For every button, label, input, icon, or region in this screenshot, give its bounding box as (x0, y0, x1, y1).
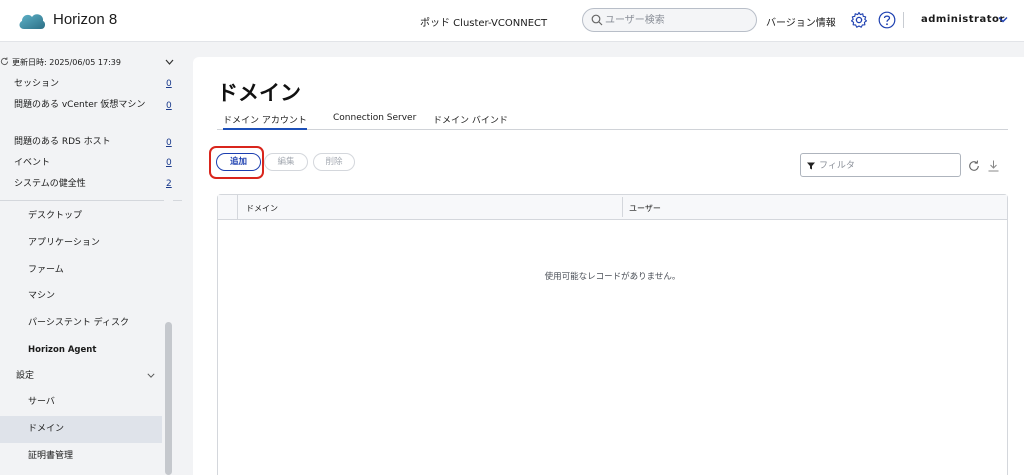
sidebar-scrollbar-thumb[interactable] (165, 322, 172, 475)
chevron-down-icon[interactable] (998, 16, 1008, 23)
stat-events-count[interactable]: 0 (166, 158, 172, 168)
sidebar-item-persistent-disks[interactable]: パーシステント ディスク (0, 310, 162, 337)
sidebar-item-certificates[interactable]: 証明書管理 (0, 443, 162, 470)
stat-vcenter-vms-count[interactable]: 0 (166, 101, 172, 111)
column-divider[interactable] (622, 197, 623, 217)
refresh-icon[interactable] (968, 160, 980, 172)
main-panel: ドメイン ドメイン アカウント Connection Server ドメイン バ… (193, 57, 1024, 475)
refresh-icon[interactable] (0, 57, 9, 66)
domain-accounts-grid: ドメイン ユーザー 使用可能なレコードがありません。 (217, 194, 1008, 475)
column-header-domain[interactable]: ドメイン (246, 203, 278, 214)
stat-rds-hosts: 問題のある RDS ホスト (14, 137, 111, 147)
app-title: Horizon 8 (53, 11, 118, 28)
sidebar-item-horizon-agent[interactable]: Horizon Agent (0, 337, 162, 364)
sidebar-item-servers[interactable]: サーバ (0, 389, 162, 416)
search-icon (591, 14, 603, 26)
page-title: ドメイン (217, 81, 301, 105)
tab-bar: ドメイン アカウント Connection Server ドメイン バインド (217, 110, 1008, 130)
chevron-down-icon[interactable] (147, 373, 155, 378)
stat-system-health-count[interactable]: 2 (166, 179, 172, 189)
top-header: Horizon 8 ポッド Cluster-VCONNECT バージョン情報 a… (0, 0, 1024, 42)
search-input[interactable] (605, 12, 750, 28)
sidebar: 更新日時: 2025/06/05 17:39 セッション 0 問題のある vCe… (0, 42, 182, 475)
stat-sessions: セッション (14, 79, 60, 89)
sidebar-item-applications[interactable]: アプリケーション (0, 230, 162, 257)
stat-events: イベント (14, 158, 51, 168)
version-info-link[interactable]: バージョン情報 (766, 14, 836, 29)
download-icon[interactable] (988, 160, 999, 172)
user-search[interactable] (582, 8, 757, 32)
sidebar-group-label: 設定 (16, 371, 35, 381)
sidebar-group-settings[interactable]: 設定 (0, 366, 162, 386)
add-button[interactable]: 追加 (216, 153, 261, 171)
chevron-down-icon[interactable] (165, 59, 174, 65)
sidebar-item-machines[interactable]: マシン (0, 283, 162, 310)
tab-connection-server[interactable]: Connection Server (333, 113, 416, 130)
gear-icon[interactable] (850, 11, 868, 29)
edit-button[interactable]: 編集 (264, 153, 308, 171)
stat-system-health: システムの健全性 (14, 179, 86, 189)
header-divider (903, 12, 904, 28)
last-updated: 更新日時: 2025/06/05 17:39 (12, 58, 121, 67)
select-all-column[interactable] (218, 195, 238, 220)
filter-icon (807, 162, 815, 170)
filter-box[interactable] (800, 153, 961, 177)
stat-vcenter-vms: 問題のある vCenter 仮想マシン (14, 100, 146, 110)
empty-grid-message: 使用可能なレコードがありません。 (544, 272, 681, 282)
grid-header: ドメイン ユーザー (218, 195, 1007, 220)
stat-sessions-count[interactable]: 0 (166, 79, 172, 89)
tab-domain-bind[interactable]: ドメイン バインド (433, 113, 508, 130)
sidebar-item-farms[interactable]: ファーム (0, 257, 162, 284)
filter-input[interactable] (819, 158, 954, 173)
sidebar-item-desktops[interactable]: デスクトップ (0, 203, 162, 230)
pod-name: ポッド Cluster-VCONNECT (420, 18, 548, 29)
tab-domain-accounts[interactable]: ドメイン アカウント (223, 113, 307, 130)
column-header-user[interactable]: ユーザー (629, 203, 661, 214)
sidebar-item-domains[interactable]: ドメイン (0, 416, 162, 443)
stat-rds-hosts-count[interactable]: 0 (166, 138, 172, 148)
help-icon[interactable] (878, 11, 896, 29)
user-menu[interactable]: administrator (921, 14, 1005, 25)
delete-button[interactable]: 削除 (313, 153, 355, 171)
horizon-logo-icon (19, 14, 46, 29)
sidebar-divider (0, 200, 182, 201)
